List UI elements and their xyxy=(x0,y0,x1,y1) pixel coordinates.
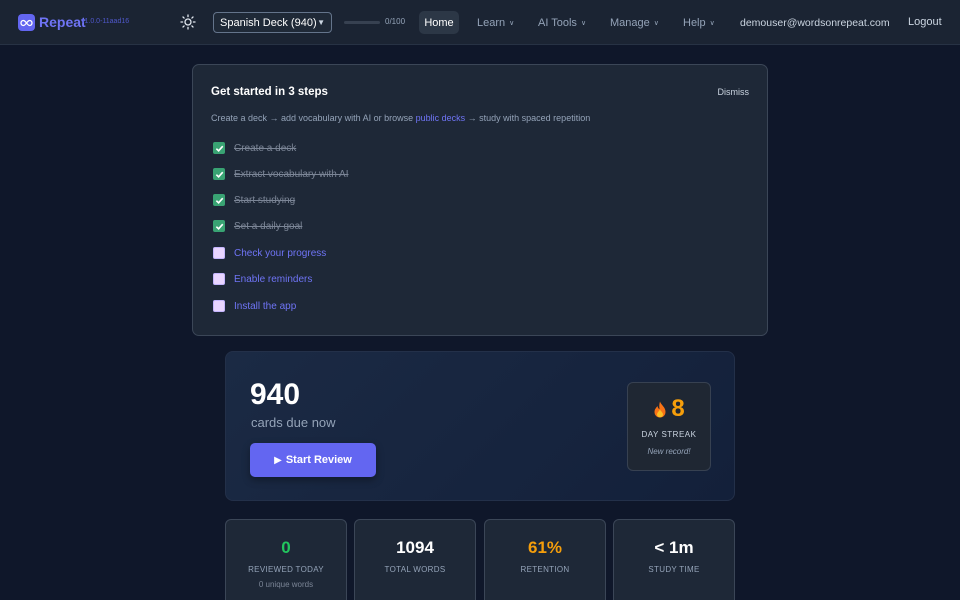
stat-total-words: 1094 TOTAL WORDS xyxy=(354,519,476,600)
stat-label: RETENTION xyxy=(520,565,570,574)
logout-button[interactable]: Logout xyxy=(908,16,942,28)
step-install-app[interactable]: Install the app xyxy=(213,299,296,313)
checkbox-checked-icon[interactable] xyxy=(213,168,225,180)
streak-badge: 8 DAY STREAK New record! xyxy=(627,382,711,471)
due-label: cards due now xyxy=(251,415,336,430)
onboarding-title: Get started in 3 steps xyxy=(211,86,328,98)
stat-study-time: < 1m STUDY TIME xyxy=(613,519,735,600)
step-daily-goal[interactable]: Set a daily goal xyxy=(213,219,302,233)
stat-label: STUDY TIME xyxy=(648,565,700,574)
stat-retention: 61% RETENTION xyxy=(484,519,606,600)
nav-manage[interactable]: Manage ∨ xyxy=(610,11,659,34)
chevron-down-icon: ∨ xyxy=(709,19,715,27)
step-link[interactable]: Install the app xyxy=(234,301,296,312)
checkbox-unchecked-icon[interactable] xyxy=(213,247,225,259)
step-enable-reminders[interactable]: Enable reminders xyxy=(213,272,312,286)
logo-infinity-icon[interactable] xyxy=(18,14,35,31)
nav-help[interactable]: Help ∨ xyxy=(683,11,715,34)
deck-select[interactable]: Spanish Deck (940) ▼ xyxy=(213,12,332,33)
nav-learn[interactable]: Learn ∨ xyxy=(477,11,514,34)
stat-label: TOTAL WORDS xyxy=(384,565,446,574)
step-label: Extract vocabulary with AI xyxy=(234,168,349,180)
stat-value: 0 xyxy=(281,538,291,557)
daily-progress-text: 0/100 xyxy=(385,17,406,26)
checkbox-checked-icon[interactable] xyxy=(213,220,225,232)
streak-label: DAY STREAK xyxy=(641,430,697,439)
nav-ai-tools-label: AI Tools xyxy=(538,16,577,29)
chevron-down-icon: ∨ xyxy=(580,19,587,27)
nav-home[interactable]: Home xyxy=(419,11,459,34)
top-navbar: Repeat v1.0.0-11aad16 Spanish Deck (940)… xyxy=(0,0,960,45)
checkbox-unchecked-icon[interactable] xyxy=(213,300,225,312)
checkbox-checked-icon[interactable] xyxy=(213,142,225,154)
deck-select-value: Spanish Deck (940) xyxy=(220,16,317,29)
stat-reviewed-today: 0 REVIEWED TODAY 0 unique words xyxy=(225,519,347,600)
stat-label: REVIEWED TODAY xyxy=(248,565,324,574)
nav-ai-tools[interactable]: AI Tools ∨ xyxy=(538,11,586,34)
start-review-button[interactable]: ▶ Start Review xyxy=(250,443,376,477)
stat-value: 61% xyxy=(527,538,563,557)
nav-home-label: Home xyxy=(424,16,454,29)
step-extract-vocabulary[interactable]: Extract vocabulary with AI xyxy=(213,167,349,181)
step-check-progress[interactable]: Check your progress xyxy=(213,246,326,260)
chevron-down-icon: ▼ xyxy=(317,18,325,27)
onboarding-card: Get started in 3 steps Dismiss Create a … xyxy=(192,64,768,336)
version-label: v1.0.0-11aad16 xyxy=(81,18,130,25)
nav-help-label: Help xyxy=(683,16,706,29)
chevron-down-icon: ∨ xyxy=(653,19,659,27)
step-link[interactable]: Check your progress xyxy=(234,248,326,259)
stat-value: 1094 xyxy=(396,538,434,557)
sun-icon[interactable] xyxy=(180,14,196,30)
checkbox-unchecked-icon[interactable] xyxy=(213,273,225,285)
stat-subtext: 0 unique words xyxy=(258,580,314,589)
play-icon: ▶ xyxy=(274,454,282,466)
checkbox-checked-icon[interactable] xyxy=(213,194,225,206)
streak-note: New record! xyxy=(647,447,691,456)
onboarding-subtitle: Create a deck → add vocabulary with AI o… xyxy=(211,113,590,123)
start-review-label: Start Review xyxy=(285,454,352,466)
streak-count: 8 xyxy=(671,395,685,422)
public-decks-link[interactable]: public decks xyxy=(416,113,466,123)
stat-value: < 1m xyxy=(654,538,694,557)
step-start-studying[interactable]: Start studying xyxy=(213,193,295,207)
nav-manage-label: Manage xyxy=(610,16,650,29)
step-label: Start studying xyxy=(234,194,296,206)
step-label: Set a daily goal xyxy=(234,220,303,232)
step-create-deck[interactable]: Create a deck xyxy=(213,141,296,155)
due-cards-panel: 940 cards due now ▶ Start Review 8 DAY S… xyxy=(225,351,735,501)
nav-learn-label: Learn xyxy=(477,16,506,29)
chevron-down-icon: ∨ xyxy=(509,19,515,27)
onboarding-subtitle-text-end: → study with spaced repetition xyxy=(465,113,591,123)
onboarding-subtitle-text: Create a deck → add vocabulary with AI o… xyxy=(211,113,416,123)
brand-name[interactable]: Repeat xyxy=(39,14,86,30)
flame-icon xyxy=(654,401,666,417)
step-link[interactable]: Enable reminders xyxy=(234,274,312,285)
dismiss-button[interactable]: Dismiss xyxy=(718,87,750,97)
daily-progress-bar xyxy=(344,21,380,24)
step-label: Create a deck xyxy=(234,142,297,154)
due-count: 940 xyxy=(250,378,301,411)
user-email-link[interactable]: demouser@wordsonrepeat.com xyxy=(740,17,890,29)
